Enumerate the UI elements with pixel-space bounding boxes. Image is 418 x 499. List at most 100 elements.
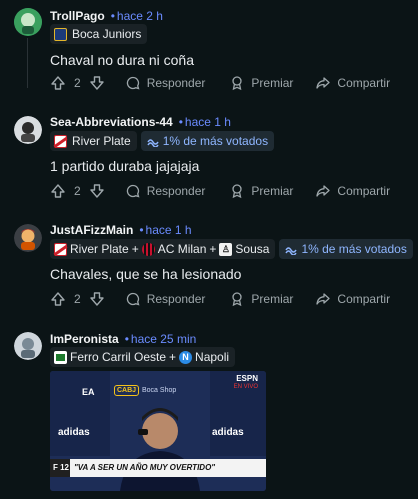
- share-icon: [316, 77, 331, 89]
- award-label: Premiar: [251, 292, 294, 306]
- timestamp[interactable]: hace 1 h: [185, 115, 231, 129]
- comment-bubble-icon: [126, 292, 140, 306]
- reply-label: Responder: [146, 292, 206, 306]
- separator-dot: •: [178, 115, 183, 129]
- award-icon: [232, 184, 243, 199]
- top-voted-badge: 1% de más votados: [279, 239, 413, 259]
- avatar[interactable]: [14, 332, 42, 360]
- avatar[interactable]: [14, 116, 42, 144]
- adidas-logo: adidas: [212, 427, 244, 438]
- wave-icon: [285, 247, 298, 255]
- flair-label: Napoli: [195, 350, 230, 364]
- comment-header: JustAFizzMain • hace 1 h: [50, 223, 192, 238]
- flair-label: AC Milan: [157, 242, 207, 256]
- award-button[interactable]: Premiar: [229, 75, 293, 91]
- lower-third-caption: "VA A SER UN AÑO MUY OVERTIDO": [74, 463, 216, 472]
- media-thumbnail[interactable]: ESPN EN VIVO EA CABJ Boca Shop adidas ad…: [50, 371, 266, 491]
- flair-label: River Plate: [70, 242, 129, 256]
- ea-logo: EA: [82, 387, 95, 397]
- comment-text: 1 partido duraba jajajaja: [50, 158, 200, 174]
- ac-milan-crest-icon: [141, 242, 155, 256]
- comment-text: Chaval no dura ni coña: [50, 52, 194, 68]
- plus-separator: +: [169, 350, 177, 364]
- award-button[interactable]: Premiar: [229, 183, 293, 199]
- flair-label: Ferro Carril Oeste: [70, 350, 167, 364]
- timestamp[interactable]: hace 25 min: [131, 332, 196, 346]
- separator-dot: •: [139, 223, 144, 237]
- sousa-icon: ♙: [219, 242, 233, 256]
- award-icon: [232, 76, 243, 91]
- separator-dot: •: [110, 9, 115, 23]
- username[interactable]: Sea-Abbreviations-44: [50, 115, 173, 129]
- flair: Boca Juniors: [50, 24, 148, 44]
- award-button[interactable]: Premiar: [229, 291, 293, 307]
- flair: River Plate + AC Milan + ♙ Sousa: [50, 239, 276, 259]
- award-label: Premiar: [251, 76, 294, 90]
- timestamp[interactable]: hace 2 h: [117, 9, 163, 23]
- downvote-icon[interactable]: [89, 183, 105, 199]
- comment-header: Sea-Abbreviations-44 • hace 1 h: [50, 115, 231, 130]
- award-label: Premiar: [251, 184, 294, 198]
- upvote-icon[interactable]: [50, 183, 66, 199]
- thread-line: [27, 38, 28, 88]
- share-label: Compartir: [337, 292, 391, 306]
- river-plate-crest-icon: [54, 134, 67, 148]
- vote-controls: 2: [50, 183, 105, 199]
- award-icon: [232, 292, 243, 307]
- napoli-crest-icon: N: [179, 350, 193, 364]
- upvote-icon[interactable]: [50, 291, 66, 307]
- share-button[interactable]: Compartir: [315, 291, 390, 307]
- reply-label: Responder: [146, 76, 206, 90]
- comment-header: ImPeronista • hace 25 min: [50, 332, 196, 347]
- vote-count: 2: [74, 184, 81, 198]
- flair-label: Boca Juniors: [72, 27, 142, 41]
- username[interactable]: TrollPago: [50, 9, 105, 23]
- user-flairs: Boca Juniors: [50, 24, 148, 44]
- live-tag: EN VIVO: [233, 384, 258, 390]
- vote-controls: 2: [50, 75, 105, 91]
- adidas-logo: adidas: [58, 427, 90, 438]
- reply-button[interactable]: Responder: [125, 75, 206, 91]
- reply-label: Responder: [146, 184, 206, 198]
- share-icon: [316, 185, 331, 197]
- username[interactable]: ImPeronista: [50, 332, 119, 346]
- plus-separator: +: [209, 242, 217, 256]
- downvote-icon[interactable]: [89, 75, 105, 91]
- reply-button[interactable]: Responder: [125, 291, 206, 307]
- plus-separator: +: [131, 242, 139, 256]
- comment-header: TrollPago • hace 2 h: [50, 9, 163, 24]
- reply-button[interactable]: Responder: [125, 183, 206, 199]
- comment-text: Chavales, que se ha lesionado: [50, 266, 242, 282]
- channel-logo: ESPN: [236, 374, 258, 383]
- boca-crest-badge: CABJ: [114, 385, 140, 396]
- shop-logo: Boca Shop: [142, 387, 177, 394]
- flair-label: River Plate: [72, 134, 131, 148]
- user-flairs: Ferro Carril Oeste + N Napoli: [50, 347, 236, 367]
- upvote-icon[interactable]: [50, 75, 66, 91]
- separator-dot: •: [124, 332, 129, 346]
- timestamp[interactable]: hace 1 h: [146, 223, 192, 237]
- share-label: Compartir: [337, 76, 391, 90]
- river-plate-crest-icon: [54, 242, 67, 256]
- wave-icon: [147, 139, 159, 147]
- top-voted-badge: 1% de más votados: [140, 131, 275, 151]
- badge-label: 1% de más votados: [162, 134, 269, 148]
- ferro-carril-oeste-crest-icon: [54, 350, 67, 364]
- avatar[interactable]: [14, 224, 42, 252]
- vote-count: 2: [74, 292, 81, 306]
- channel-tag: F 12: [53, 463, 70, 472]
- vote-count: 2: [74, 76, 81, 90]
- share-button[interactable]: Compartir: [315, 183, 390, 199]
- comment-bubble-icon: [126, 184, 140, 198]
- comment-actions: 2 Responder Premiar Compartir: [50, 291, 390, 307]
- avatar[interactable]: [14, 8, 42, 36]
- badge-label: 1% de más votados: [301, 242, 407, 256]
- comment-actions: 2 Responder Premiar Compartir: [50, 183, 390, 199]
- share-button[interactable]: Compartir: [315, 75, 390, 91]
- vote-controls: 2: [50, 291, 105, 307]
- user-flairs: River Plate 1% de más votados: [50, 131, 275, 151]
- boca-crest-icon: [54, 27, 67, 41]
- downvote-icon[interactable]: [89, 291, 105, 307]
- comment-bubble-icon: [126, 76, 140, 90]
- username[interactable]: JustAFizzMain: [50, 223, 133, 237]
